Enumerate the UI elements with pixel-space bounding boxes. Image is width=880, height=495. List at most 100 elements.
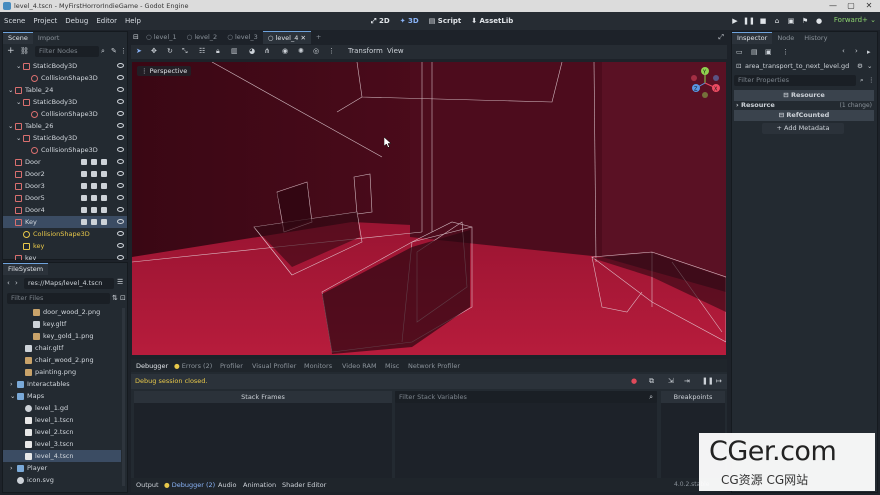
add-node-icon[interactable]: +: [7, 46, 15, 56]
remote-debug-icon[interactable]: ⌂: [770, 17, 784, 25]
expand-arrow-icon[interactable]: ›: [10, 462, 13, 474]
lock-icon[interactable]: 🔒︎: [216, 47, 220, 56]
transform-menu[interactable]: Transform: [348, 47, 383, 55]
script-selector[interactable]: ⊡ area_transport_to_next_level.gd ⚙ ⌄: [734, 61, 874, 72]
view-gizmo[interactable]: Y X Z: [688, 66, 722, 100]
scene-node[interactable]: ⌄ StaticBody3D: [3, 60, 127, 72]
file-item[interactable]: door_wood_2.png: [3, 306, 121, 318]
scene-node[interactable]: Door4: [3, 204, 127, 216]
movie-icon[interactable]: [91, 171, 97, 177]
scene-node[interactable]: Door5: [3, 192, 127, 204]
select-tool-icon[interactable]: ➤: [136, 47, 142, 55]
movie-icon[interactable]: [91, 219, 97, 225]
local-space-icon[interactable]: ◕: [249, 47, 255, 55]
movie-icon[interactable]: [91, 183, 97, 189]
maximize-button[interactable]: ▢: [842, 0, 860, 12]
scene-node[interactable]: key: [3, 252, 127, 260]
visibility-eye-icon[interactable]: [117, 231, 124, 236]
scene-node[interactable]: Door: [3, 156, 127, 168]
sun-icon[interactable]: ✺: [298, 47, 304, 55]
instance-icon[interactable]: [81, 207, 87, 213]
new-resource-icon[interactable]: ▭: [736, 48, 743, 56]
menu-kebab-icon[interactable]: ⋮: [120, 47, 127, 55]
file-item[interactable]: level_3.tscn: [3, 438, 121, 450]
movie-maker-icon[interactable]: ●: [812, 17, 826, 25]
footer-tab-animation[interactable]: Animation: [243, 481, 276, 489]
add-metadata-button[interactable]: + Add Metadata: [762, 123, 844, 134]
visibility-eye-icon[interactable]: [117, 207, 124, 212]
footer-tab-output[interactable]: Output: [136, 481, 159, 489]
minimize-button[interactable]: —: [824, 0, 842, 12]
visibility-eye-icon[interactable]: [117, 219, 124, 224]
scene-node[interactable]: key: [3, 240, 127, 252]
view-menu[interactable]: View: [387, 47, 404, 55]
visibility-eye-icon[interactable]: [117, 63, 124, 68]
scene-node[interactable]: ⌄ StaticBody3D: [3, 132, 127, 144]
editor-tab-level-4[interactable]: ○ level_4 ✕: [262, 31, 311, 44]
tab-profiler[interactable]: Profiler: [220, 362, 243, 370]
3d-viewport[interactable]: ⋮ Perspective Y X Z: [132, 62, 726, 355]
filter-stack-variables-input[interactable]: Filter Stack Variables: [395, 391, 657, 403]
expand-arrow-icon[interactable]: ⌄: [16, 132, 21, 144]
save-resource-icon[interactable]: ▣: [765, 48, 772, 56]
file-item[interactable]: chair_wood_2.png: [3, 354, 121, 366]
file-item[interactable]: level_4.tscn: [3, 450, 121, 462]
filter-files-input[interactable]: Filter Files: [7, 293, 110, 304]
file-item[interactable]: level_1.tscn: [3, 414, 121, 426]
visibility-eye-icon[interactable]: [117, 87, 124, 92]
tab-visual-profiler[interactable]: Visual Profiler: [252, 362, 296, 370]
visibility-eye-icon[interactable]: [117, 123, 124, 128]
tab-import[interactable]: Import: [33, 33, 65, 44]
tab-network-profiler[interactable]: Network Profiler: [408, 362, 460, 370]
back-icon[interactable]: ‹: [7, 279, 10, 287]
tab-errors[interactable]: ● Errors (2): [174, 362, 212, 370]
tab-monitors[interactable]: Monitors: [304, 362, 332, 370]
refcounted-section-header[interactable]: ⊟ RefCounted: [734, 110, 874, 121]
visibility-eye-icon[interactable]: [117, 243, 124, 248]
workspace-assetlib[interactable]: ⬇ AssetLib: [466, 17, 518, 25]
close-button[interactable]: ✕: [860, 0, 878, 12]
scene-node[interactable]: ⌄ Table_26: [3, 120, 127, 132]
object-tools-icon[interactable]: ⚙: [857, 61, 863, 72]
menu-editor[interactable]: Editor: [92, 12, 121, 30]
step-into-icon[interactable]: ⇲: [668, 377, 674, 385]
script-attach-icon[interactable]: ✎: [111, 47, 117, 55]
copy-icon[interactable]: ⧉: [649, 377, 654, 386]
scene-node[interactable]: Key: [3, 216, 127, 228]
scene-tabs-scroll-icon[interactable]: ⊟: [133, 33, 139, 41]
footer-tab-shader-editor[interactable]: Shader Editor: [282, 481, 326, 489]
expand-arrow-icon[interactable]: ⌄: [8, 84, 13, 96]
history-back-icon[interactable]: ‹: [842, 47, 845, 55]
step-over-icon[interactable]: ⇥: [684, 377, 690, 385]
visibility-eye-icon[interactable]: [117, 183, 124, 188]
editor-tab-level-3[interactable]: ○ level_3: [222, 31, 263, 44]
file-item[interactable]: chair.gltf: [3, 342, 121, 354]
visibility-eye-icon[interactable]: [117, 111, 124, 116]
visibility-eye-icon[interactable]: [117, 171, 124, 176]
file-item[interactable]: painting.png: [3, 366, 121, 378]
play-scene-icon[interactable]: ▣: [784, 17, 798, 25]
tab-scene[interactable]: Scene: [3, 32, 33, 44]
menu-debug[interactable]: Debug: [61, 12, 92, 30]
snap-icon[interactable]: ⋔: [264, 47, 270, 55]
workspace-3d[interactable]: ✦ 3D: [395, 17, 424, 25]
instance-icon[interactable]: [81, 219, 87, 225]
expand-arrow-icon[interactable]: ⌄: [16, 60, 21, 72]
menu-scene[interactable]: Scene: [0, 12, 29, 30]
filter-nodes-input[interactable]: Filter Nodes: [35, 46, 99, 57]
inspector-more-icon[interactable]: ⋮: [782, 48, 789, 56]
tab-node[interactable]: Node: [772, 33, 799, 44]
folder-item[interactable]: › Player: [3, 462, 121, 474]
expand-arrow-icon[interactable]: ⌄: [8, 120, 13, 132]
file-item[interactable]: key_gold_1.png: [3, 330, 121, 342]
list-select-icon[interactable]: ☷: [199, 47, 205, 55]
tab-video-ram[interactable]: Video RAM: [342, 362, 377, 370]
file-item[interactable]: level_1.gd: [3, 402, 121, 414]
menu-help[interactable]: Help: [121, 12, 145, 30]
filter-properties-input[interactable]: Filter Properties: [734, 75, 856, 86]
visibility-eye-icon[interactable]: [117, 255, 124, 260]
tab-history[interactable]: History: [799, 33, 832, 44]
play-icon[interactable]: ▶: [728, 17, 742, 25]
perspective-menu[interactable]: ⋮ Perspective: [137, 66, 192, 76]
editor-tab-level-1[interactable]: ○ level_1: [141, 31, 182, 44]
